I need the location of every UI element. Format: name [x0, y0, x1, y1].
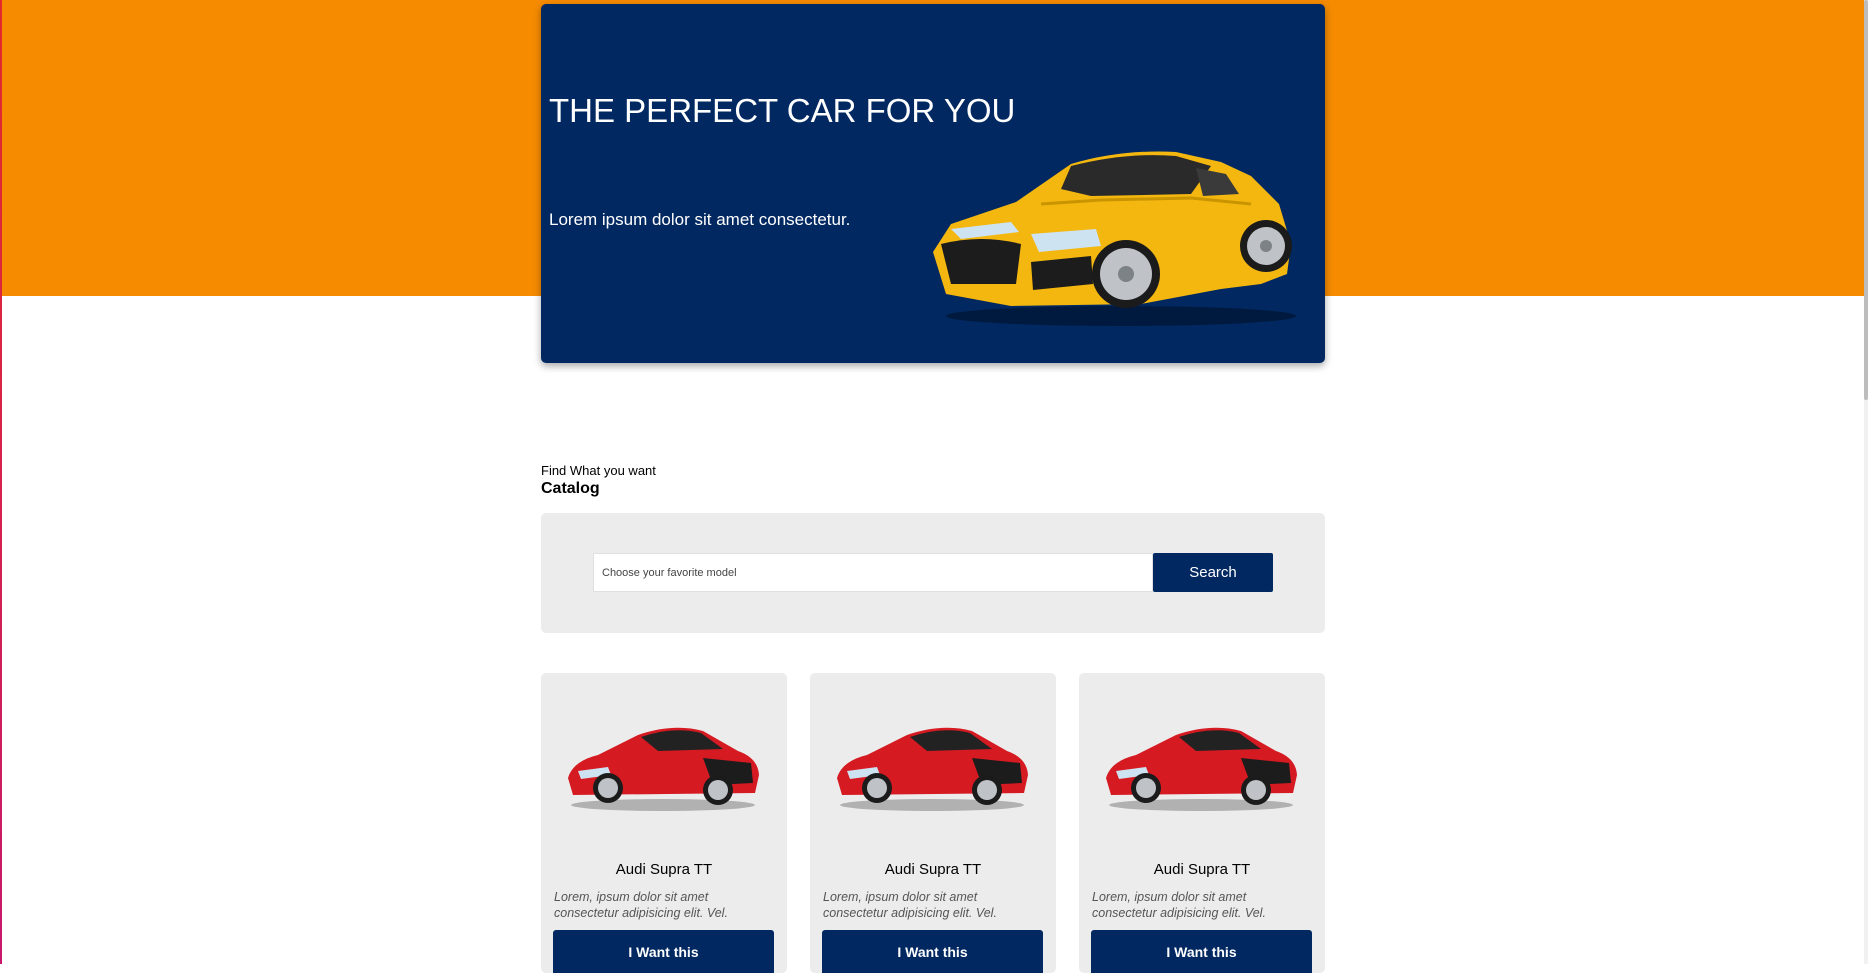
search-button[interactable]: Search — [1153, 553, 1273, 592]
scrollbar-thumb[interactable] — [1864, 0, 1868, 400]
catalog-title: Catalog — [541, 480, 600, 497]
hero-subtitle: Lorem ipsum dolor sit amet consectetur. — [549, 210, 851, 229]
hero-banner: THE PERFECT CAR FOR YOU Lorem ipsum dolo… — [541, 4, 1325, 363]
red-car-image — [1106, 727, 1297, 811]
car-card: Audi Supra TT Lorem, ipsum dolor sit ame… — [541, 673, 787, 973]
i-want-this-button[interactable]: I Want this — [553, 930, 774, 973]
car-card: Audi Supra TT Lorem, ipsum dolor sit ame… — [1079, 673, 1325, 973]
car-card-description: Lorem, ipsum dolor sit amet consectetur … — [823, 890, 997, 920]
red-car-image — [837, 727, 1028, 811]
scrollbar-track[interactable] — [1864, 0, 1868, 964]
car-card-description: Lorem, ipsum dolor sit amet consectetur … — [1092, 890, 1266, 920]
left-edge-accent — [0, 0, 2, 964]
search-input[interactable] — [593, 553, 1153, 592]
search-panel: Search — [541, 513, 1325, 633]
catalog-heading: Find What you want Catalog — [541, 463, 656, 499]
car-card-title: Audi Supra TT — [1153, 861, 1251, 878]
yellow-car-image — [933, 151, 1296, 326]
red-car-image — [568, 727, 759, 811]
hero-title: THE PERFECT CAR FOR YOU — [549, 92, 1016, 129]
i-want-this-button[interactable]: I Want this — [822, 930, 1043, 973]
car-card-description: Lorem, ipsum dolor sit amet consectetur … — [554, 890, 728, 920]
i-want-this-button[interactable]: I Want this — [1091, 930, 1312, 973]
car-card-title: Audi Supra TT — [884, 861, 982, 878]
catalog-kicker: Find What you want — [541, 463, 656, 478]
car-card: Audi Supra TT Lorem, ipsum dolor sit ame… — [810, 673, 1056, 973]
car-card-title: Audi Supra TT — [615, 861, 713, 878]
